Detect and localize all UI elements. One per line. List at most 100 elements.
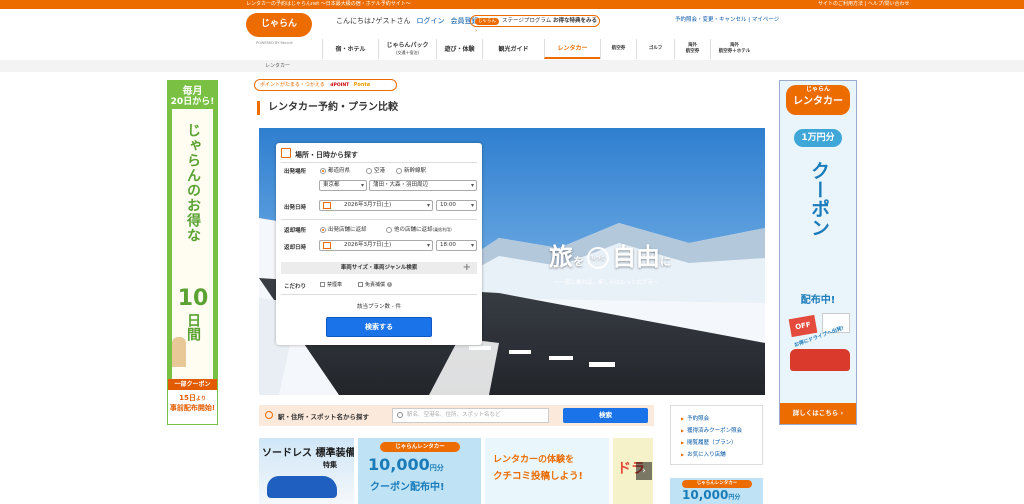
stage-sub: お得な特典をみる bbox=[552, 18, 597, 24]
nav-label: レンタカー bbox=[557, 44, 588, 52]
station-search-button[interactable]: 検索 bbox=[563, 408, 648, 423]
radio-label: 出発店舗に返却 bbox=[328, 227, 367, 233]
depart-date-value: 2026年3月7日(土) bbox=[344, 202, 392, 208]
ponta-logo: Ponta bbox=[353, 82, 371, 88]
return-date-field[interactable]: 2026年3月7日(土) bbox=[319, 240, 433, 251]
banner-bottom-1b: より bbox=[195, 396, 206, 402]
nav-activities[interactable]: 遊び・体験 bbox=[436, 39, 482, 59]
banner-amount: 1万円分 bbox=[794, 129, 842, 147]
return-date-value: 2026年3月7日(土) bbox=[344, 242, 392, 248]
area-select[interactable]: 蒲田・大森・羽田周辺 bbox=[369, 180, 477, 191]
radio-prefecture[interactable]: 都道府県 bbox=[320, 166, 350, 174]
help-links[interactable]: サイトのご利用方法 | ヘルプ/問い合わせ bbox=[818, 0, 910, 9]
vehicle-toggle-label: 車両サイズ・車両ジャンル検索 bbox=[340, 265, 418, 271]
car-icon bbox=[790, 349, 850, 371]
card-unit: 円分 bbox=[429, 464, 444, 472]
car-icon bbox=[267, 476, 337, 498]
banner-more-label: 詳しくはこちら bbox=[792, 409, 839, 417]
banner-title: レンタカー bbox=[793, 96, 843, 107]
checkbox-label: 免責補償 bbox=[365, 282, 386, 288]
radio-airport[interactable]: 空港 bbox=[366, 166, 385, 174]
insurance-checkbox[interactable]: 免責補償 ? bbox=[358, 281, 392, 288]
card-text: ソードレス 標準装備 bbox=[262, 448, 354, 459]
prefecture-select[interactable]: 東京都 bbox=[319, 180, 367, 191]
depart-date-field[interactable]: 2026年3月7日(土) bbox=[319, 200, 433, 211]
nav-intl-package[interactable]: 海外 航空券＋ホテル bbox=[710, 39, 758, 59]
side-coupon-card[interactable]: じゃらんレンタカー 10,000円分 bbox=[670, 478, 763, 504]
station-search-input[interactable]: 駅名、空港名、住所、スポット名など bbox=[392, 408, 549, 423]
banner-logo: じゃらん bbox=[805, 86, 830, 93]
cat-illustration bbox=[172, 337, 186, 367]
radio-note: (乗捨利用) bbox=[432, 227, 452, 232]
site-tagline: レンタカーの予約はじゃらんnet 〜日本最大級の宿・ホテル予約サイト〜 bbox=[246, 1, 411, 7]
radio-label: 空港 bbox=[374, 168, 386, 174]
nonsmoking-checkbox[interactable]: 禁煙車 bbox=[320, 281, 342, 288]
nav-label: 観光ガイド bbox=[498, 45, 529, 53]
link-coupons[interactable]: 獲得済みクーポン照会 bbox=[681, 426, 742, 434]
left-campaign-banner[interactable]: 毎月 20日から! じゃらんのお得な 10 日間 一部クーポン 15日より 事前… bbox=[167, 80, 218, 425]
banner-body: じゃらんのお得な 10 日間 bbox=[172, 109, 213, 379]
hero-catch-a: 旅 bbox=[549, 243, 573, 271]
nav-golf[interactable]: ゴルフ bbox=[636, 39, 674, 59]
jalan-logo[interactable]: じゃらん bbox=[246, 13, 312, 37]
depart-time-select[interactable]: 10:00 bbox=[436, 200, 477, 211]
vehicle-search-toggle[interactable]: 車両サイズ・車両ジャンル検索 + bbox=[281, 262, 477, 274]
banner-big-number: 10 bbox=[177, 286, 209, 311]
search-icon bbox=[397, 412, 403, 418]
banner-top-1: 毎月 bbox=[182, 86, 203, 97]
greeting-text: こんにちは♪ゲストさん bbox=[336, 17, 411, 25]
point-text: ポイントがたまる・つかえる bbox=[260, 82, 325, 88]
radio-label: 新幹線駅 bbox=[404, 168, 427, 174]
dpoint-logo: dPOINT bbox=[330, 83, 350, 88]
banner-coupon: 一部クーポン bbox=[168, 379, 217, 390]
nav-jalan-pack[interactable]: じゃらんパック (交通＋宿泊) bbox=[378, 39, 436, 59]
login-link[interactable]: ログイン bbox=[416, 17, 444, 25]
point-banner[interactable]: ポイントがたまる・つかえる dPOINT Ponta bbox=[254, 79, 397, 91]
card-brand: じゃらんレンタカー bbox=[682, 480, 752, 488]
search-button[interactable]: 検索する bbox=[326, 317, 432, 337]
stage-badge: じゃらん bbox=[475, 18, 499, 25]
nav-intl-flights[interactable]: 海外 航空券 bbox=[674, 39, 710, 59]
carousel-card-3[interactable]: レンタカーの体験を クチコミ投稿しよう! bbox=[485, 438, 609, 504]
page-title: レンタカー予約・プラン比較 bbox=[257, 101, 398, 115]
banner-more-link[interactable]: 詳しくはこちら › bbox=[780, 403, 856, 424]
nav-label: ゴルフ bbox=[648, 46, 663, 51]
nav-guide[interactable]: 観光ガイド bbox=[482, 39, 544, 59]
carousel-card-1[interactable]: ソードレス 標準装備 特集 bbox=[259, 438, 354, 504]
nav-hotel[interactable]: 宿・ホテル bbox=[322, 39, 378, 59]
stage-program-button[interactable]: じゃらん ステージプログラム お得な特典をみる › bbox=[470, 15, 600, 34]
link-reservation[interactable]: 予約照会 bbox=[681, 414, 709, 422]
plans-count: 該当プラン数 - 件 bbox=[357, 304, 401, 310]
nav-sublabel: 航空券＋ホテル bbox=[718, 49, 751, 54]
card-coupon: クーポン配布中! bbox=[370, 482, 445, 493]
search-icon bbox=[265, 411, 273, 419]
greeting: こんにちは♪ゲストさん ログイン 会員登録 bbox=[336, 16, 478, 26]
card-brand: じゃらんレンタカー bbox=[380, 442, 460, 452]
help-icon[interactable]: ? bbox=[386, 282, 392, 287]
calendar-icon bbox=[281, 148, 291, 158]
nav-rentacar[interactable]: レンタカー bbox=[544, 39, 600, 59]
radio-label: 都道府県 bbox=[328, 168, 351, 174]
radio-return-other[interactable]: 他の店舗に返却(乗捨利用) bbox=[386, 225, 452, 233]
radio-label: 他の店舗に返却 bbox=[394, 227, 433, 233]
stage-text: ステージプログラム bbox=[502, 18, 552, 24]
right-campaign-banner[interactable]: じゃらん レンタカー 1万円分 クーポン 配布中! OFF お得にドライブへ出発… bbox=[779, 80, 857, 425]
card-line-2: クチコミ投稿しよう! bbox=[493, 471, 583, 482]
return-place-label: 返却場所 bbox=[284, 228, 307, 234]
banner-dist: 配布中! bbox=[800, 295, 836, 306]
depart-place-label: 出発場所 bbox=[284, 169, 307, 175]
station-search-placeholder: 駅名、空港名、住所、スポット名など bbox=[407, 412, 501, 418]
card-amount: 10,000 bbox=[682, 488, 729, 502]
radio-return-same[interactable]: 出発店舗に返却 bbox=[320, 225, 367, 233]
carousel-card-2[interactable]: じゃらんレンタカー 10,000円分 クーポン配布中! bbox=[358, 438, 481, 504]
link-favorites[interactable]: お気に入り店舗 bbox=[681, 450, 726, 458]
chevron-right-icon: › bbox=[840, 409, 844, 417]
account-links[interactable]: 予約照会・変更・キャンセル | マイページ bbox=[675, 15, 779, 23]
carousel-next-button[interactable]: › bbox=[636, 462, 652, 480]
card-amount: 10,000 bbox=[368, 455, 430, 474]
radio-station[interactable]: 新幹線駅 bbox=[396, 166, 426, 174]
return-time-select[interactable]: 18:00 bbox=[436, 240, 477, 251]
link-history[interactable]: 閲覧履歴（プラン） bbox=[681, 438, 737, 446]
banner-unit: 日間 bbox=[185, 313, 201, 341]
nav-flights[interactable]: 航空券 bbox=[600, 39, 636, 59]
